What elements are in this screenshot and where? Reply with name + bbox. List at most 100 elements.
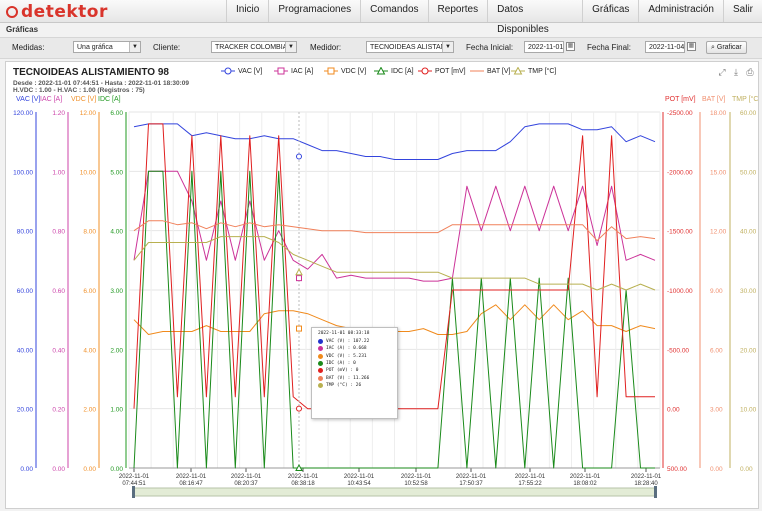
tick-label: -1500.00 — [667, 229, 693, 236]
nav-datos-disponibles[interactable]: Datos Disponibles — [487, 0, 582, 35]
nav-reportes[interactable]: Reportes — [427, 0, 488, 22]
chevron-down-icon: ▼ — [129, 42, 140, 52]
breadcrumb: Gráficas — [6, 25, 39, 34]
tooltip-row-text: VDC (V) : 5.231 — [326, 353, 367, 359]
tick-label: 5.00 — [110, 169, 123, 176]
tick-label: 3.00 — [110, 288, 123, 295]
tick-label: 30.00 — [740, 288, 757, 295]
tick-label: 80.00 — [17, 229, 34, 236]
x-tick-label: 2022-11-01 — [401, 474, 432, 480]
axis-title-vac-v: VAC [V] — [16, 96, 40, 103]
x-tick-label: 08:20:37 — [234, 481, 258, 487]
cliente-label: Cliente: — [153, 43, 181, 52]
line-chart: VAC [V] 120.00 100.00 80.00 60.00 40.00 20.00 0… — [13, 95, 758, 498]
cliente-select[interactable]: TRACKER COLOMBIA ▼ — [211, 41, 297, 53]
logo-icon — [6, 6, 18, 18]
tick-label: 4.00 — [83, 347, 96, 354]
tick-label: 0.00 — [667, 407, 680, 414]
tooltip-row-text: POT (mV) : 0 — [326, 368, 359, 374]
tick-label: 60.00 — [740, 110, 757, 117]
x-tick-label: 2022-11-01 — [456, 474, 487, 480]
axis-title-pot-mv: POT [mV] — [665, 96, 696, 103]
tooltip-row: VAC (V) : 107.22 — [312, 338, 397, 345]
tooltip-row-text: TMP (°C) : 26 — [326, 382, 362, 388]
fecha-inicial-input[interactable]: 2022-11-01 — [524, 41, 564, 53]
tick-label: 40.00 — [740, 229, 757, 236]
main-menu: Inicio Programaciones Comandos Reportes … — [226, 0, 762, 35]
range-handle-right — [654, 486, 657, 498]
x-tick-label: 2022-11-01 — [288, 474, 319, 480]
tick-label: 0.00 — [20, 466, 33, 473]
series-dot-icon — [318, 382, 323, 388]
hover-marker — [296, 405, 302, 412]
hover-marker — [296, 153, 302, 160]
top-navigation-bar: detektor Inicio Programaciones Comandos … — [0, 0, 762, 35]
tooltip-row-text: VAC (V) : 107.22 — [326, 339, 370, 345]
tick-label: 0.00 — [83, 466, 96, 473]
x-tick-label: 2022-11-01 — [515, 474, 546, 480]
nav-inicio[interactable]: Inicio — [226, 0, 268, 22]
tick-label: 10.00 — [740, 407, 757, 414]
cliente-value: TRACKER COLOMBIA — [215, 44, 288, 51]
tick-label: 0.00 — [110, 466, 123, 473]
fecha-final-value: 2022-11-04 — [649, 44, 685, 51]
graficar-button[interactable]: ⌕ Graficar — [706, 41, 747, 54]
x-tick-label: 17:55:22 — [518, 481, 542, 487]
tick-label: 3.00 — [710, 407, 723, 414]
medidas-select[interactable]: Una gráfica ▼ — [73, 41, 141, 53]
logo-text: detektor — [21, 2, 108, 22]
tick-label: 0.00 — [52, 466, 65, 473]
tick-label: -1000.00 — [667, 288, 693, 295]
x-tick-label: 2022-11-01 — [631, 474, 662, 480]
fecha-final-label: Fecha Final: — [587, 43, 632, 52]
nav-administracion[interactable]: Administración — [638, 0, 723, 22]
axis-title-idc-a: IDC [A] — [98, 96, 121, 103]
tick-label: -500.00 — [667, 347, 689, 354]
graficar-label: Graficar — [716, 44, 742, 51]
tooltip-row-text: IAC (A) : 0.668 — [326, 346, 367, 352]
tick-label: 6.00 — [710, 347, 723, 354]
tick-label: 1.00 — [52, 169, 65, 176]
medidas-label: Medidas: — [12, 43, 45, 52]
medidor-select[interactable]: TECNOIDEAS ALISTAMIE ▼ — [366, 41, 454, 53]
tooltip-row: IDC (A) : 0 — [312, 360, 397, 367]
tick-label: 20.00 — [17, 407, 34, 414]
tick-label: 12.00 — [80, 110, 97, 117]
nav-graficas[interactable]: Gráficas — [582, 0, 638, 22]
series-dot-icon — [318, 368, 323, 374]
series-dot-icon — [318, 353, 323, 359]
series-dot-icon — [318, 375, 323, 381]
chart-panel: TECNOIDEAS ALISTAMIENTO 98 Desde : 2022-… — [5, 61, 759, 509]
fecha-final-input[interactable]: 2022-11-04 — [645, 41, 685, 53]
tooltip-row: TMP (°C) : 26 — [312, 382, 397, 389]
x-tick-label: 17:50:37 — [459, 481, 483, 487]
detektor-logo[interactable]: detektor — [6, 2, 108, 22]
calendar-icon[interactable]: ▦ — [687, 42, 696, 51]
range-navigator — [133, 487, 656, 497]
tick-label: 6.00 — [110, 110, 123, 117]
tooltip-row: BAT (V) : 11.266 — [312, 374, 397, 381]
tooltip-row-text: BAT (V) : 11.266 — [326, 375, 370, 381]
nav-programaciones[interactable]: Programaciones — [268, 0, 360, 22]
axis-title-iac-a: IAC [A] — [40, 96, 62, 103]
chevron-down-icon: ▼ — [285, 42, 296, 52]
nav-salir[interactable]: Salir — [722, 0, 762, 22]
tooltip-row: POT (mV) : 0 — [312, 367, 397, 374]
tick-label: 1.20 — [52, 110, 65, 117]
fecha-inicial-label: Fecha Inicial: — [466, 43, 514, 52]
tick-label: 60.00 — [17, 288, 34, 295]
x-tick-label: 08:16:47 — [179, 481, 203, 487]
series-dot-icon — [318, 339, 323, 345]
tick-label: 100.00 — [13, 169, 33, 176]
nav-comandos[interactable]: Comandos — [360, 0, 427, 22]
tick-label: 40.00 — [17, 347, 34, 354]
x-tick-label: 18:08:02 — [573, 481, 597, 487]
medidor-value: TECNOIDEAS ALISTAMIE — [370, 44, 454, 51]
calendar-icon[interactable]: ▦ — [566, 42, 575, 51]
x-tick-label: 2022-11-01 — [231, 474, 262, 480]
tick-label: 500.00 — [667, 466, 687, 473]
tooltip-row-text: IDC (A) : 0 — [326, 361, 356, 367]
tick-label: 0.20 — [52, 407, 65, 414]
series-dot-icon — [318, 361, 323, 367]
x-tick-label: 2022-11-01 — [176, 474, 207, 480]
